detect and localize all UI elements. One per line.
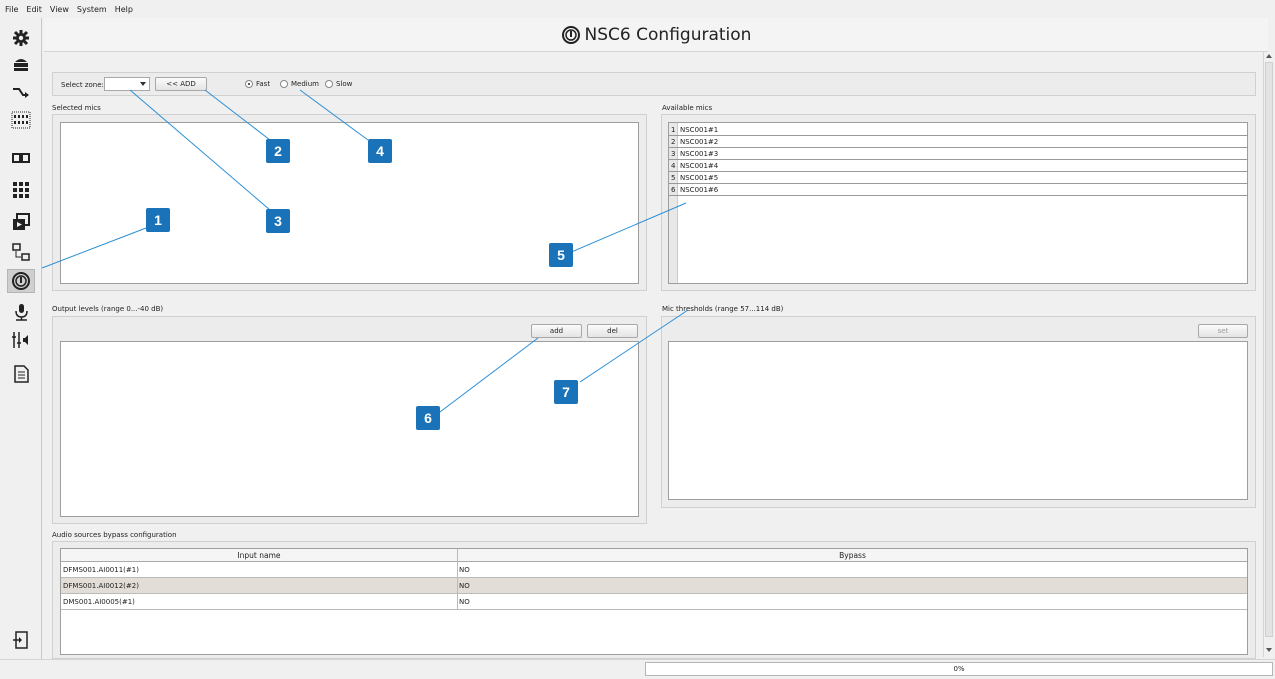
output-levels-label: Output levels (range 0...-40 dB) — [52, 305, 164, 313]
list-item[interactable]: 1 NSC001#1 — [669, 125, 1248, 136]
radio-slow[interactable]: Slow — [325, 80, 352, 88]
page-title: NSC6 Configuration — [584, 24, 752, 45]
mic-name: NSC001#5 — [680, 174, 719, 182]
mic-name: NSC001#4 — [680, 162, 719, 170]
callout-2: 2 — [266, 139, 290, 163]
column-header-input-name[interactable]: Input name — [61, 549, 458, 562]
document-icon[interactable] — [7, 362, 35, 386]
radio-slow-label: Slow — [336, 80, 353, 88]
list-item[interactable]: 6 NSC001#6 — [669, 185, 1248, 196]
output-levels-table[interactable] — [60, 341, 639, 517]
row-number: 6 — [671, 186, 676, 194]
nsc6-icon[interactable] — [7, 269, 35, 293]
callout-7: 7 — [554, 380, 578, 404]
row-number: 1 — [671, 126, 676, 134]
list-item[interactable]: 2 NSC001#2 — [669, 137, 1248, 148]
input-name-cell: DFMS001.AI0011(#1) — [63, 566, 139, 574]
speaker-grid-icon[interactable] — [7, 108, 35, 132]
list-item[interactable]: 3 NSC001#3 — [669, 149, 1248, 160]
menu-file[interactable]: File — [2, 5, 23, 14]
sidebar — [0, 18, 42, 659]
callout-6: 6 — [416, 406, 440, 430]
radio-dot-medium — [280, 80, 288, 88]
bypass-cell[interactable]: NO — [459, 562, 470, 578]
mic-thresholds-label: Mic thresholds (range 57...114 dB) — [662, 305, 784, 313]
menu-edit[interactable]: Edit — [23, 5, 47, 14]
radio-dot-slow — [325, 80, 333, 88]
selected-mics-label: Selected mics — [52, 104, 101, 112]
set-threshold-button[interactable]: set — [1198, 324, 1248, 338]
menu-view[interactable]: View — [47, 5, 74, 14]
radio-medium-label: Medium — [291, 80, 319, 88]
transfer-icon[interactable] — [7, 240, 35, 264]
list-item[interactable]: 4 NSC001#4 — [669, 161, 1248, 172]
callout-5: 5 — [549, 243, 573, 267]
matrix-icon[interactable] — [7, 178, 35, 202]
delete-level-button[interactable]: del — [587, 324, 638, 338]
menu-bar: File Edit View System Help — [0, 0, 1275, 18]
mixer-icon[interactable] — [7, 328, 35, 352]
scroll-thumb[interactable] — [1265, 62, 1273, 637]
title-bar: NSC6 Configuration — [44, 18, 1268, 52]
column-header-bypass[interactable]: Bypass — [458, 549, 1247, 562]
table-row[interactable]: DFMS001.AI0011(#1) NO — [61, 562, 1247, 578]
scroll-down-icon[interactable] — [1266, 648, 1272, 652]
progress-text: 0% — [953, 665, 965, 673]
menu-help[interactable]: Help — [112, 5, 138, 14]
logout-icon[interactable] — [7, 628, 35, 652]
radio-medium[interactable]: Medium — [280, 80, 319, 88]
available-mics-list[interactable]: 1 NSC001#1 2 NSC001#2 3 NSC001#3 4 NSC001#4 … — [668, 122, 1248, 284]
row-number: 5 — [671, 174, 676, 182]
chevron-down-icon — [140, 82, 146, 86]
microphone-icon[interactable] — [7, 300, 35, 324]
table-row[interactable]: DFMS001.AI0012(#2) NO — [61, 578, 1247, 594]
mic-name: NSC001#1 — [680, 126, 719, 134]
nsc6-title-icon — [561, 25, 580, 44]
list-item[interactable]: 5 NSC001#5 — [669, 173, 1248, 184]
progress-bar: 0% — [645, 662, 1273, 676]
column-divider — [457, 549, 458, 610]
radio-fast-label: Fast — [256, 80, 271, 88]
input-name-cell: DFMS001.AI0012(#2) — [63, 582, 139, 590]
server-icon[interactable] — [7, 52, 35, 76]
route-icon[interactable] — [7, 80, 35, 104]
input-name-cell: DMS001.AI0005(#1) — [63, 598, 135, 606]
add-zone-button[interactable]: << ADD — [155, 77, 207, 91]
bypass-table: Input name Bypass DFMS001.AI0011(#1) NO D… — [60, 548, 1248, 655]
row-number: 3 — [671, 150, 676, 158]
bypass-cell[interactable]: NO — [459, 578, 470, 594]
zone-label: Select zone: — [61, 81, 104, 89]
scroll-up-icon[interactable] — [1266, 54, 1272, 58]
add-level-button[interactable]: add — [531, 324, 582, 338]
mic-name: NSC001#2 — [680, 138, 719, 146]
zone-select[interactable] — [104, 77, 150, 91]
zone-toolbar: Select zone: << ADD Fast Medium Slow — [52, 72, 1256, 96]
gear-icon[interactable] — [7, 26, 35, 50]
callout-3: 3 — [266, 209, 290, 233]
bypass-label: Audio sources bypass configuration — [52, 531, 177, 539]
available-mics-label: Available mics — [662, 104, 713, 112]
dual-panel-icon[interactable] — [7, 146, 35, 170]
menu-system[interactable]: System — [74, 5, 112, 14]
mic-name: NSC001#3 — [680, 150, 719, 158]
mic-thresholds-table[interactable] — [668, 341, 1248, 500]
radio-fast[interactable]: Fast — [245, 80, 270, 88]
bypass-cell[interactable]: NO — [459, 594, 470, 610]
row-number: 2 — [671, 138, 676, 146]
mic-name: NSC001#6 — [680, 186, 719, 194]
table-row[interactable]: DMS001.AI0005(#1) NO — [61, 594, 1247, 610]
radio-dot-fast — [245, 80, 253, 88]
callout-1: 1 — [146, 208, 170, 232]
vertical-scrollbar[interactable] — [1263, 52, 1273, 657]
callout-4: 4 — [368, 139, 392, 163]
media-icon[interactable] — [7, 210, 35, 234]
row-number: 4 — [671, 162, 676, 170]
